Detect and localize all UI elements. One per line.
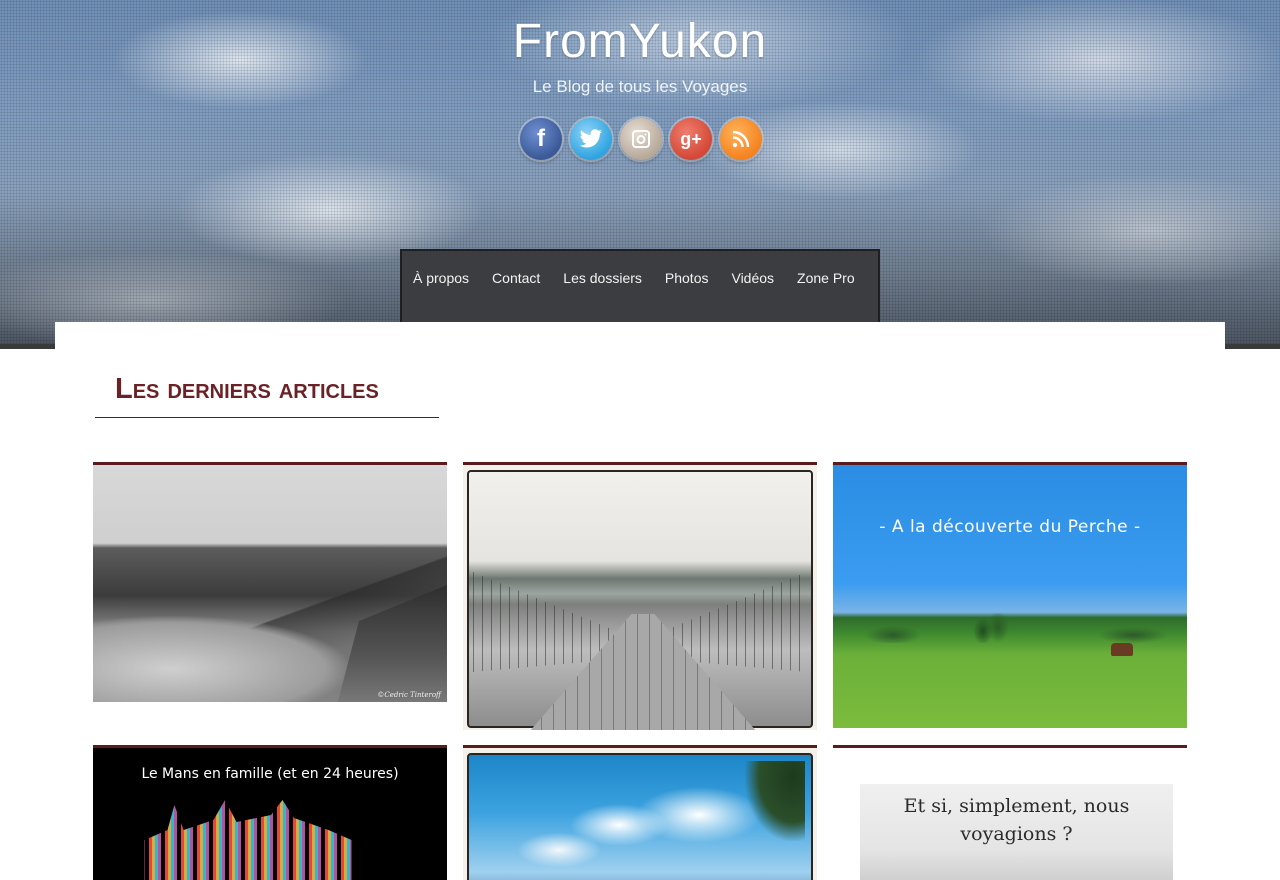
sea-photo xyxy=(467,753,813,880)
camera-glyph xyxy=(632,130,650,148)
nav-item-a-propos[interactable]: À propos xyxy=(413,270,469,286)
main-content: Les derniers articles ©Cedric Tinteroff … xyxy=(55,322,1225,880)
article-card-le-mans[interactable]: Le Mans en famille (et en 24 heures) xyxy=(93,745,447,880)
rss-icon[interactable] xyxy=(720,118,762,160)
twitter-icon[interactable] xyxy=(570,118,612,160)
article-card-voyager[interactable]: Et si, simplement, nous voyagions ? xyxy=(833,745,1187,880)
photo-credit: ©Cedric Tinteroff xyxy=(377,691,441,699)
cathedral-lights-shape xyxy=(144,800,352,880)
article-image-caption: Et si, simplement, nous voyagions ? xyxy=(903,795,1130,845)
google-plus-glyph: g+ xyxy=(680,128,702,149)
social-links: f g+ xyxy=(520,118,762,162)
nav-item-les-dossiers[interactable]: Les dossiers xyxy=(563,270,642,286)
article-image-caption: - A la découverte du Perche - xyxy=(879,517,1141,537)
google-plus-icon[interactable]: g+ xyxy=(670,118,712,160)
stone-wall-shape xyxy=(337,585,447,702)
facebook-glyph: f xyxy=(537,125,545,152)
instagram-icon[interactable] xyxy=(620,118,662,160)
bridge-photo xyxy=(467,470,813,730)
twitter-bird xyxy=(579,129,603,148)
facebook-icon[interactable]: f xyxy=(520,118,562,160)
nav-item-videos[interactable]: Vidéos xyxy=(731,270,774,286)
nav-item-photos[interactable]: Photos xyxy=(665,270,709,286)
article-image-caption: Le Mans en famille (et en 24 heures) xyxy=(141,766,399,782)
article-card-landscape[interactable]: ©Cedric Tinteroff xyxy=(93,462,447,702)
article-card-bridge[interactable] xyxy=(463,462,817,730)
site-tagline: Le Blog de tous les Voyages xyxy=(532,77,748,96)
nav-item-contact[interactable]: Contact xyxy=(492,270,540,286)
section-title: Les derniers articles xyxy=(95,370,439,418)
site-title[interactable]: FromYukon xyxy=(0,14,1280,69)
trees-shape xyxy=(833,613,1187,643)
pine-branch-shape xyxy=(745,761,805,841)
article-card-perche[interactable]: - A la découverte du Perche - xyxy=(833,462,1187,728)
rss-glyph xyxy=(732,130,750,148)
article-card-sea[interactable] xyxy=(463,745,817,880)
main-nav: À propos Contact Les dossiers Photos Vid… xyxy=(400,249,880,323)
nav-item-zone-pro[interactable]: Zone Pro xyxy=(797,270,855,286)
horse-shape xyxy=(1111,643,1133,656)
road-shape xyxy=(93,615,353,702)
